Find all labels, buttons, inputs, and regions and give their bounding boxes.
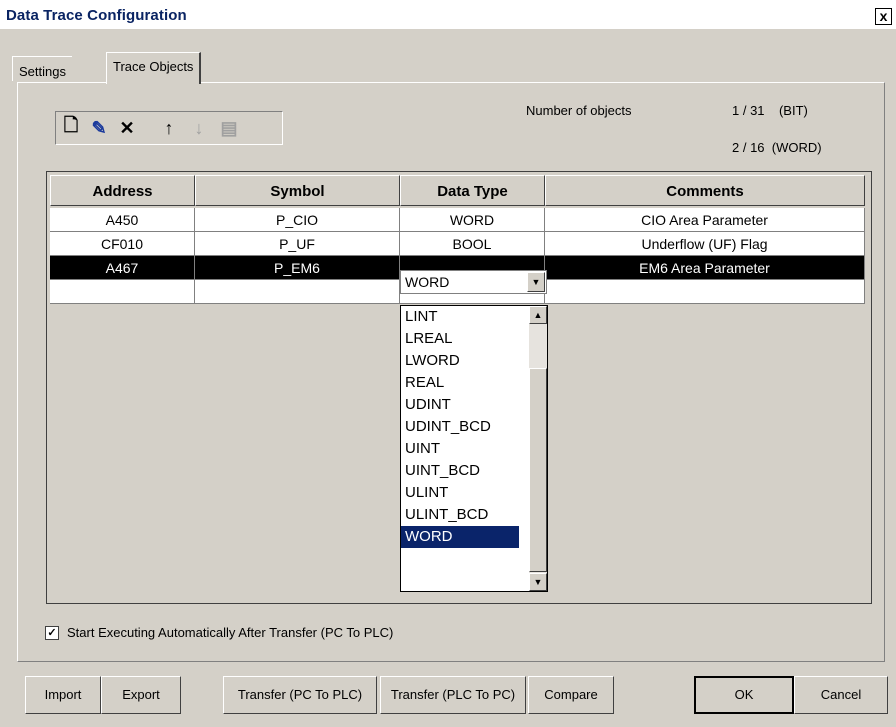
cell-data-type[interactable]: BOOL xyxy=(400,232,545,256)
column-header-symbol[interactable]: Symbol xyxy=(195,175,400,206)
delete-icon[interactable]: ✕ xyxy=(114,115,140,141)
cell-symbol[interactable]: P_CIO xyxy=(195,208,400,232)
transfer-pc-to-plc-button[interactable]: Transfer (PC To PLC) xyxy=(223,676,377,714)
import-button[interactable]: Import xyxy=(25,676,101,714)
dropdown-option[interactable]: ULINT_BCD xyxy=(401,504,519,526)
dropdown-option-highlighted[interactable]: WORD xyxy=(401,526,519,548)
export-button[interactable]: Export xyxy=(101,676,181,714)
auto-execute-checkbox[interactable]: ✓ xyxy=(45,625,59,640)
cell-comments[interactable]: CIO Area Parameter xyxy=(545,208,865,232)
data-type-dropdown-list[interactable]: LINT LREAL LWORD REAL UDINT UDINT_BCD UI… xyxy=(400,305,548,592)
ok-button[interactable]: OK xyxy=(694,676,794,714)
dropdown-option[interactable]: LREAL xyxy=(401,328,519,350)
cell-address[interactable]: A450 xyxy=(50,208,195,232)
scrollbar-thumb[interactable] xyxy=(529,368,547,572)
dropdown-option[interactable]: REAL xyxy=(401,372,519,394)
cell-address[interactable] xyxy=(50,280,195,304)
dropdown-option[interactable]: LWORD xyxy=(401,350,519,372)
dropdown-option[interactable]: UINT xyxy=(401,438,519,460)
title-bar: Data Trace Configuration x xyxy=(0,0,896,29)
window-title: Data Trace Configuration xyxy=(6,7,187,24)
objects-count-label: Number of objects xyxy=(526,103,632,118)
scroll-up-icon[interactable]: ▲ xyxy=(529,306,547,324)
new-icon[interactable]: 🗋 xyxy=(58,115,84,141)
data-type-combobox[interactable]: WORD ▼ xyxy=(400,270,547,294)
cell-symbol[interactable]: P_UF xyxy=(195,232,400,256)
dropdown-option[interactable]: UDINT xyxy=(401,394,519,416)
column-header-address[interactable]: Address xyxy=(50,175,195,206)
dropdown-option[interactable]: ULINT xyxy=(401,482,519,504)
cell-address[interactable]: CF010 xyxy=(50,232,195,256)
move-up-icon[interactable]: ↑ xyxy=(156,115,182,141)
dropdown-option[interactable]: LINT xyxy=(401,306,519,328)
cancel-button[interactable]: Cancel xyxy=(794,676,888,714)
tab-settings[interactable]: Settings xyxy=(12,56,72,81)
edit-icon[interactable]: ✎ xyxy=(86,115,112,141)
objects-count-word: 2 / 16 (WORD) xyxy=(732,140,822,155)
transfer-plc-to-pc-button[interactable]: Transfer (PLC To PC) xyxy=(380,676,526,714)
cell-comments[interactable]: EM6 Area Parameter xyxy=(545,256,865,280)
data-type-combobox-value: WORD xyxy=(405,274,450,290)
cell-address[interactable]: A467 xyxy=(50,256,195,280)
objects-count-bit: 1 / 31 (BIT) xyxy=(732,103,808,118)
compare-button[interactable]: Compare xyxy=(528,676,614,714)
tab-trace-objects[interactable]: Trace Objects xyxy=(106,52,202,84)
column-header-comments[interactable]: Comments xyxy=(545,175,865,206)
cell-comments[interactable]: Underflow (UF) Flag xyxy=(545,232,865,256)
scroll-down-icon[interactable]: ▼ xyxy=(529,573,547,591)
auto-execute-label: Start Executing Automatically After Tran… xyxy=(67,625,394,640)
paste-icon[interactable]: ▤ xyxy=(216,115,242,141)
dropdown-option[interactable]: UINT_BCD xyxy=(401,460,519,482)
dropdown-option[interactable]: UDINT_BCD xyxy=(401,416,519,438)
auto-execute-checkbox-row[interactable]: ✓ Start Executing Automatically After Tr… xyxy=(45,625,393,640)
chevron-down-icon[interactable]: ▼ xyxy=(527,272,545,292)
cell-data-type[interactable]: WORD xyxy=(400,208,545,232)
move-down-icon[interactable]: ↓ xyxy=(186,115,212,141)
cell-comments[interactable] xyxy=(545,280,865,304)
column-header-data-type[interactable]: Data Type xyxy=(400,175,545,206)
trace-objects-grid: Address Symbol Data Type Comments A450 P… xyxy=(46,171,872,604)
cell-symbol[interactable]: P_EM6 xyxy=(195,256,400,280)
cell-symbol[interactable] xyxy=(195,280,400,304)
dropdown-scrollbar[interactable]: ▲ ▼ xyxy=(529,306,547,591)
close-button[interactable]: x xyxy=(875,8,892,25)
toolbar: 🗋 ✎ ✕ ↑ ↓ ▤ xyxy=(55,111,283,145)
